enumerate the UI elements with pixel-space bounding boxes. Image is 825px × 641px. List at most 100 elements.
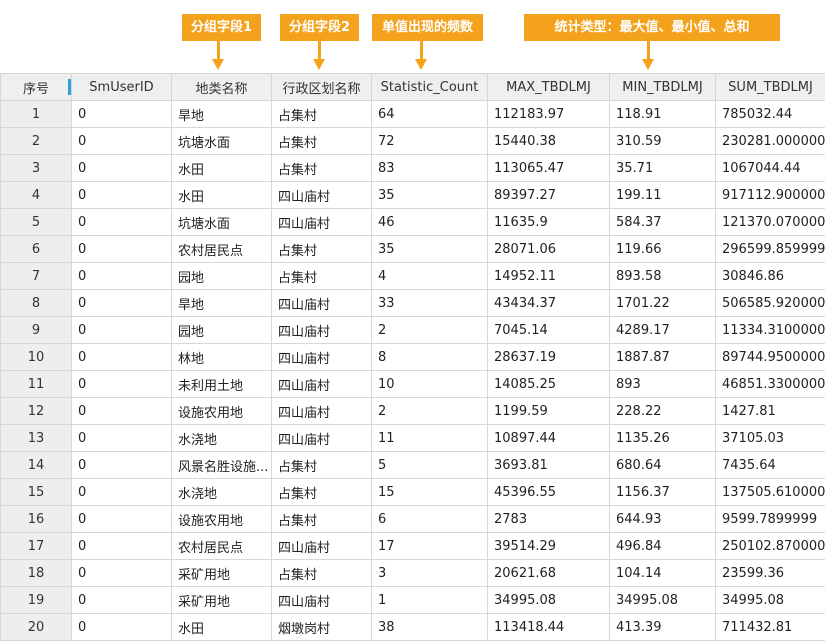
column-header[interactable]: MIN_TBDLMJ — [610, 74, 716, 101]
table-row[interactable]: 200水田烟墩岗村38113418.44413.39711432.81 — [1, 614, 825, 641]
table-cell[interactable]: 1887.87 — [610, 344, 716, 371]
row-number-cell[interactable]: 12 — [1, 398, 72, 425]
table-cell[interactable]: 296599.859999 — [716, 236, 825, 263]
table-cell[interactable]: 413.39 — [610, 614, 716, 641]
table-cell[interactable]: 644.93 — [610, 506, 716, 533]
table-row[interactable]: 10旱地占集村64112183.97118.91785032.44 — [1, 101, 825, 128]
table-row[interactable]: 100林地四山庙村828637.191887.8789744.9500000 — [1, 344, 825, 371]
table-row[interactable]: 60农村居民点占集村3528071.06119.66296599.859999 — [1, 236, 825, 263]
column-header[interactable]: SUM_TBDLMJ — [716, 74, 825, 101]
table-cell[interactable]: 0 — [72, 128, 172, 155]
table-cell[interactable]: 10897.44 — [488, 425, 610, 452]
table-cell[interactable]: 6 — [372, 506, 488, 533]
table-cell[interactable]: 4 — [372, 263, 488, 290]
table-cell[interactable]: 0 — [72, 371, 172, 398]
row-number-cell[interactable]: 5 — [1, 209, 72, 236]
table-cell[interactable]: 15440.38 — [488, 128, 610, 155]
table-cell[interactable]: 占集村 — [272, 452, 372, 479]
table-cell[interactable]: 旱地 — [172, 290, 272, 317]
row-number-cell[interactable]: 16 — [1, 506, 72, 533]
table-cell[interactable]: 农村居民点 — [172, 533, 272, 560]
table-cell[interactable]: 0 — [72, 317, 172, 344]
column-header[interactable]: 地类名称 — [172, 74, 272, 101]
row-number-cell[interactable]: 8 — [1, 290, 72, 317]
table-cell[interactable]: 45396.55 — [488, 479, 610, 506]
table-cell[interactable]: 四山庙村 — [272, 290, 372, 317]
row-number-cell[interactable]: 20 — [1, 614, 72, 641]
table-cell[interactable]: 坑塘水面 — [172, 128, 272, 155]
table-cell[interactable]: 112183.97 — [488, 101, 610, 128]
table-cell[interactable]: 0 — [72, 290, 172, 317]
table-cell[interactable]: 230281.000000 — [716, 128, 825, 155]
table-cell[interactable]: 四山庙村 — [272, 398, 372, 425]
row-number-cell[interactable]: 15 — [1, 479, 72, 506]
table-cell[interactable]: 199.11 — [610, 182, 716, 209]
table-cell[interactable]: 785032.44 — [716, 101, 825, 128]
table-cell[interactable]: 0 — [72, 425, 172, 452]
table-cell[interactable]: 680.64 — [610, 452, 716, 479]
table-cell[interactable]: 水田 — [172, 155, 272, 182]
table-row[interactable]: 90园地四山庙村27045.144289.1711334.3100000 — [1, 317, 825, 344]
table-cell[interactable]: 137505.610000 — [716, 479, 825, 506]
table-cell[interactable]: 9599.7899999 — [716, 506, 825, 533]
table-cell[interactable]: 0 — [72, 452, 172, 479]
table-cell[interactable]: 23599.36 — [716, 560, 825, 587]
column-header[interactable]: 行政区划名称 — [272, 74, 372, 101]
table-cell[interactable]: 0 — [72, 236, 172, 263]
row-number-cell[interactable]: 7 — [1, 263, 72, 290]
table-cell[interactable]: 5 — [372, 452, 488, 479]
table-cell[interactable]: 四山庙村 — [272, 371, 372, 398]
table-cell[interactable]: 1701.22 — [610, 290, 716, 317]
table-cell[interactable]: 烟墩岗村 — [272, 614, 372, 641]
table-cell[interactable]: 28637.19 — [488, 344, 610, 371]
table-cell[interactable]: 104.14 — [610, 560, 716, 587]
table-cell[interactable]: 584.37 — [610, 209, 716, 236]
table-cell[interactable]: 四山庙村 — [272, 587, 372, 614]
table-cell[interactable]: 30846.86 — [716, 263, 825, 290]
column-header-row-number[interactable]: 序号 — [1, 74, 72, 101]
table-cell[interactable]: 采矿用地 — [172, 560, 272, 587]
table-cell[interactable]: 水浇地 — [172, 425, 272, 452]
table-cell[interactable]: 水田 — [172, 614, 272, 641]
table-cell[interactable]: 占集村 — [272, 560, 372, 587]
table-cell[interactable]: 3 — [372, 560, 488, 587]
table-cell[interactable]: 林地 — [172, 344, 272, 371]
row-number-cell[interactable]: 17 — [1, 533, 72, 560]
table-cell[interactable]: 占集村 — [272, 263, 372, 290]
table-cell[interactable]: 118.91 — [610, 101, 716, 128]
table-row[interactable]: 50坑塘水面四山庙村4611635.9584.37121370.070000 — [1, 209, 825, 236]
table-cell[interactable]: 1199.59 — [488, 398, 610, 425]
table-cell[interactable]: 46851.3300000 — [716, 371, 825, 398]
table-row[interactable]: 150水浇地占集村1545396.551156.37137505.610000 — [1, 479, 825, 506]
table-cell[interactable]: 0 — [72, 587, 172, 614]
table-row[interactable]: 170农村居民点四山庙村1739514.29496.84250102.87000… — [1, 533, 825, 560]
table-cell[interactable]: 35.71 — [610, 155, 716, 182]
table-cell[interactable]: 34995.08 — [610, 587, 716, 614]
table-cell[interactable]: 占集村 — [272, 236, 372, 263]
table-cell[interactable]: 四山庙村 — [272, 344, 372, 371]
table-cell[interactable]: 893.58 — [610, 263, 716, 290]
table-cell[interactable]: 7045.14 — [488, 317, 610, 344]
table-cell[interactable]: 496.84 — [610, 533, 716, 560]
table-cell[interactable]: 0 — [72, 398, 172, 425]
table-cell[interactable]: 0 — [72, 479, 172, 506]
table-cell[interactable]: 35 — [372, 236, 488, 263]
table-row[interactable]: 180采矿用地占集村320621.68104.1423599.36 — [1, 560, 825, 587]
table-cell[interactable]: 2783 — [488, 506, 610, 533]
table-cell[interactable]: 34995.08 — [488, 587, 610, 614]
table-cell[interactable]: 83 — [372, 155, 488, 182]
table-cell[interactable]: 四山庙村 — [272, 209, 372, 236]
table-cell[interactable]: 0 — [72, 506, 172, 533]
table-cell[interactable]: 占集村 — [272, 128, 372, 155]
table-cell[interactable]: 水浇地 — [172, 479, 272, 506]
table-cell[interactable]: 33 — [372, 290, 488, 317]
table-cell[interactable]: 14952.11 — [488, 263, 610, 290]
table-cell[interactable]: 28071.06 — [488, 236, 610, 263]
table-cell[interactable]: 37105.03 — [716, 425, 825, 452]
table-cell[interactable]: 7435.64 — [716, 452, 825, 479]
row-number-cell[interactable]: 18 — [1, 560, 72, 587]
table-cell[interactable]: 四山庙村 — [272, 182, 372, 209]
table-cell[interactable]: 2 — [372, 398, 488, 425]
table-cell[interactable]: 89397.27 — [488, 182, 610, 209]
table-cell[interactable]: 228.22 — [610, 398, 716, 425]
